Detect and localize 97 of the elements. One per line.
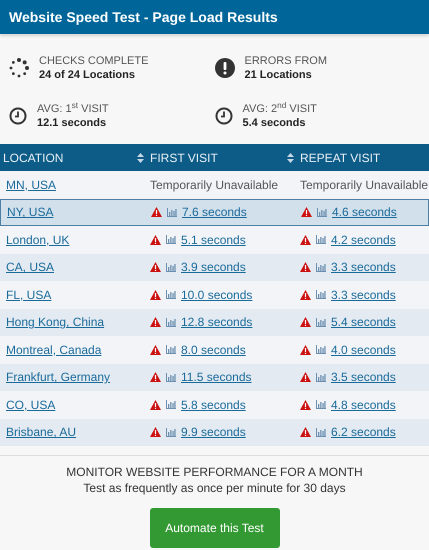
spinner-icon <box>9 58 29 78</box>
stat-value: 21 Locations <box>244 68 313 82</box>
location-link[interactable]: Hong Kong, China <box>0 313 104 332</box>
bar-chart-icon[interactable] <box>316 290 326 300</box>
stat-value: 5.4 seconds <box>242 116 306 130</box>
timing-link[interactable]: 4.8 seconds <box>331 396 396 414</box>
warning-icon <box>150 427 161 438</box>
stat-label: AVG: 1$^{st}$ VISIT <box>37 102 109 116</box>
bar-chart-icon[interactable] <box>316 372 326 382</box>
column-header[interactable]: LOCATION <box>3 148 64 166</box>
status-text: Temporarily Unavailable <box>300 176 428 194</box>
clock-icon <box>9 107 27 125</box>
stat-label: CHECKS COMPLETE <box>39 54 148 68</box>
timing-link[interactable]: 3.5 seconds <box>331 368 396 386</box>
status-text: Temporarily Unavailable <box>150 176 278 194</box>
timing-link[interactable]: 4.2 seconds <box>331 230 396 249</box>
warning-icon <box>150 290 161 300</box>
bar-chart-icon[interactable] <box>166 290 176 300</box>
bar-chart-icon[interactable] <box>317 208 327 217</box>
bar-chart-icon[interactable] <box>316 235 326 244</box>
location-link[interactable]: Montreal, Canada <box>0 340 102 359</box>
bar-chart-icon[interactable] <box>166 318 176 327</box>
bar-chart-icon[interactable] <box>316 345 326 354</box>
location-link[interactable]: London, UK <box>0 230 70 249</box>
automate-button[interactable]: Automate this Test <box>150 508 280 548</box>
warning-icon <box>300 400 311 410</box>
warning-icon <box>300 427 311 438</box>
warning-icon <box>150 372 161 382</box>
location-link[interactable]: CA, USA <box>0 258 54 276</box>
timing-link[interactable]: 10.0 seconds <box>181 286 252 304</box>
warning-icon <box>300 344 311 355</box>
warning-icon <box>300 290 311 300</box>
bar-chart-icon[interactable] <box>316 428 326 437</box>
bar-chart-icon[interactable] <box>316 262 326 272</box>
warning-icon <box>150 234 161 245</box>
table-row[interactable]: Hong Kong, China 12.8 seconds 5.4 seconds <box>0 308 429 336</box>
timing-link[interactable]: 8.0 seconds <box>181 340 246 359</box>
warning-icon <box>300 262 311 272</box>
warning-icon <box>300 317 311 328</box>
location-link[interactable]: NY, USA <box>1 203 54 222</box>
timing-link[interactable]: 4.0 seconds <box>331 340 396 359</box>
table-row[interactable]: London, UK 5.1 seconds 4.2 seconds <box>0 226 429 254</box>
warning-icon <box>300 372 311 382</box>
bar-chart-icon[interactable] <box>166 235 176 244</box>
bar-chart-icon[interactable] <box>166 262 176 272</box>
table-row[interactable]: Frankfurt, Germany 11.5 seconds 3.5 seconds <box>0 364 429 391</box>
table-row[interactable]: CA, USA 3.9 seconds 3.3 seconds <box>0 254 429 281</box>
location-link[interactable]: Brisbane, AU <box>0 423 76 442</box>
timing-link[interactable]: 3.3 seconds <box>331 258 396 276</box>
table-row[interactable]: NY, USA 7.6 seconds 4.6 seconds <box>0 198 429 226</box>
table-row[interactable]: FL, USA 10.0 seconds 3.3 seconds <box>0 281 429 308</box>
timing-link[interactable]: 9.9 seconds <box>181 423 246 442</box>
location-link[interactable]: CO, USA <box>0 396 56 414</box>
clock-icon <box>214 107 232 125</box>
sort-icon[interactable] <box>287 152 294 162</box>
stat-value: 12.1 seconds <box>37 116 108 130</box>
location-link[interactable]: MN, USA <box>0 176 56 194</box>
timing-link[interactable]: 3.3 seconds <box>331 286 396 304</box>
timing-link[interactable]: 7.6 seconds <box>182 203 247 222</box>
timing-link[interactable]: 5.1 seconds <box>181 230 246 249</box>
footer-heading: MONITOR WEBSITE PERFORMANCE FOR A MONTH <box>66 464 363 480</box>
bar-chart-icon[interactable] <box>166 345 176 354</box>
warning-icon <box>150 317 161 328</box>
column-header[interactable]: REPEAT VISIT <box>300 148 380 166</box>
table-row[interactable]: Brisbane, AU 9.9 seconds 6.2 seconds <box>0 418 429 446</box>
footer-text: Test as frequently as once per minute for 30 days <box>83 480 346 496</box>
column-header[interactable]: FIRST VISIT <box>150 148 218 166</box>
stat-label: ERRORS FROM <box>244 54 327 68</box>
page-title: Website Speed Test - Page Load Results <box>9 8 278 27</box>
warning-icon <box>150 344 161 355</box>
table-row[interactable]: Montreal, Canada 8.0 seconds 4.0 seconds <box>0 336 429 364</box>
warning-icon <box>300 234 311 245</box>
bar-chart-icon[interactable] <box>316 318 326 327</box>
location-link[interactable]: FL, USA <box>0 286 52 304</box>
timing-link[interactable]: 5.4 seconds <box>331 313 396 332</box>
bar-chart-icon[interactable] <box>316 400 326 410</box>
warning-icon <box>151 207 162 218</box>
bar-chart-icon[interactable] <box>166 372 176 382</box>
timing-link[interactable]: 4.6 seconds <box>332 203 397 222</box>
sort-icon[interactable] <box>137 152 144 162</box>
warning-icon <box>150 400 161 410</box>
timing-link[interactable]: 12.8 seconds <box>181 313 252 332</box>
bar-chart-icon[interactable] <box>167 208 177 217</box>
location-link[interactable]: Frankfurt, Germany <box>0 368 110 386</box>
exclamation-icon <box>214 58 234 78</box>
timing-link[interactable]: 5.8 seconds <box>181 396 246 414</box>
timing-link[interactable]: 6.2 seconds <box>331 423 396 442</box>
timing-link[interactable]: 3.9 seconds <box>181 258 246 276</box>
stat-value: 24 of 24 Locations <box>39 68 136 82</box>
bar-chart-icon[interactable] <box>166 400 176 410</box>
warning-icon <box>150 262 161 272</box>
table-row[interactable]: MN, USA Temporarily Unavailable Temporarily Unavailable <box>0 171 429 198</box>
bar-chart-icon[interactable] <box>166 428 176 437</box>
stat-label: AVG: 2$^{nd}$ VISIT <box>242 102 317 116</box>
timing-link[interactable]: 11.5 seconds <box>181 368 252 386</box>
table-row[interactable]: CO, USA 5.8 seconds 4.8 seconds <box>0 391 429 418</box>
warning-icon <box>301 207 312 218</box>
